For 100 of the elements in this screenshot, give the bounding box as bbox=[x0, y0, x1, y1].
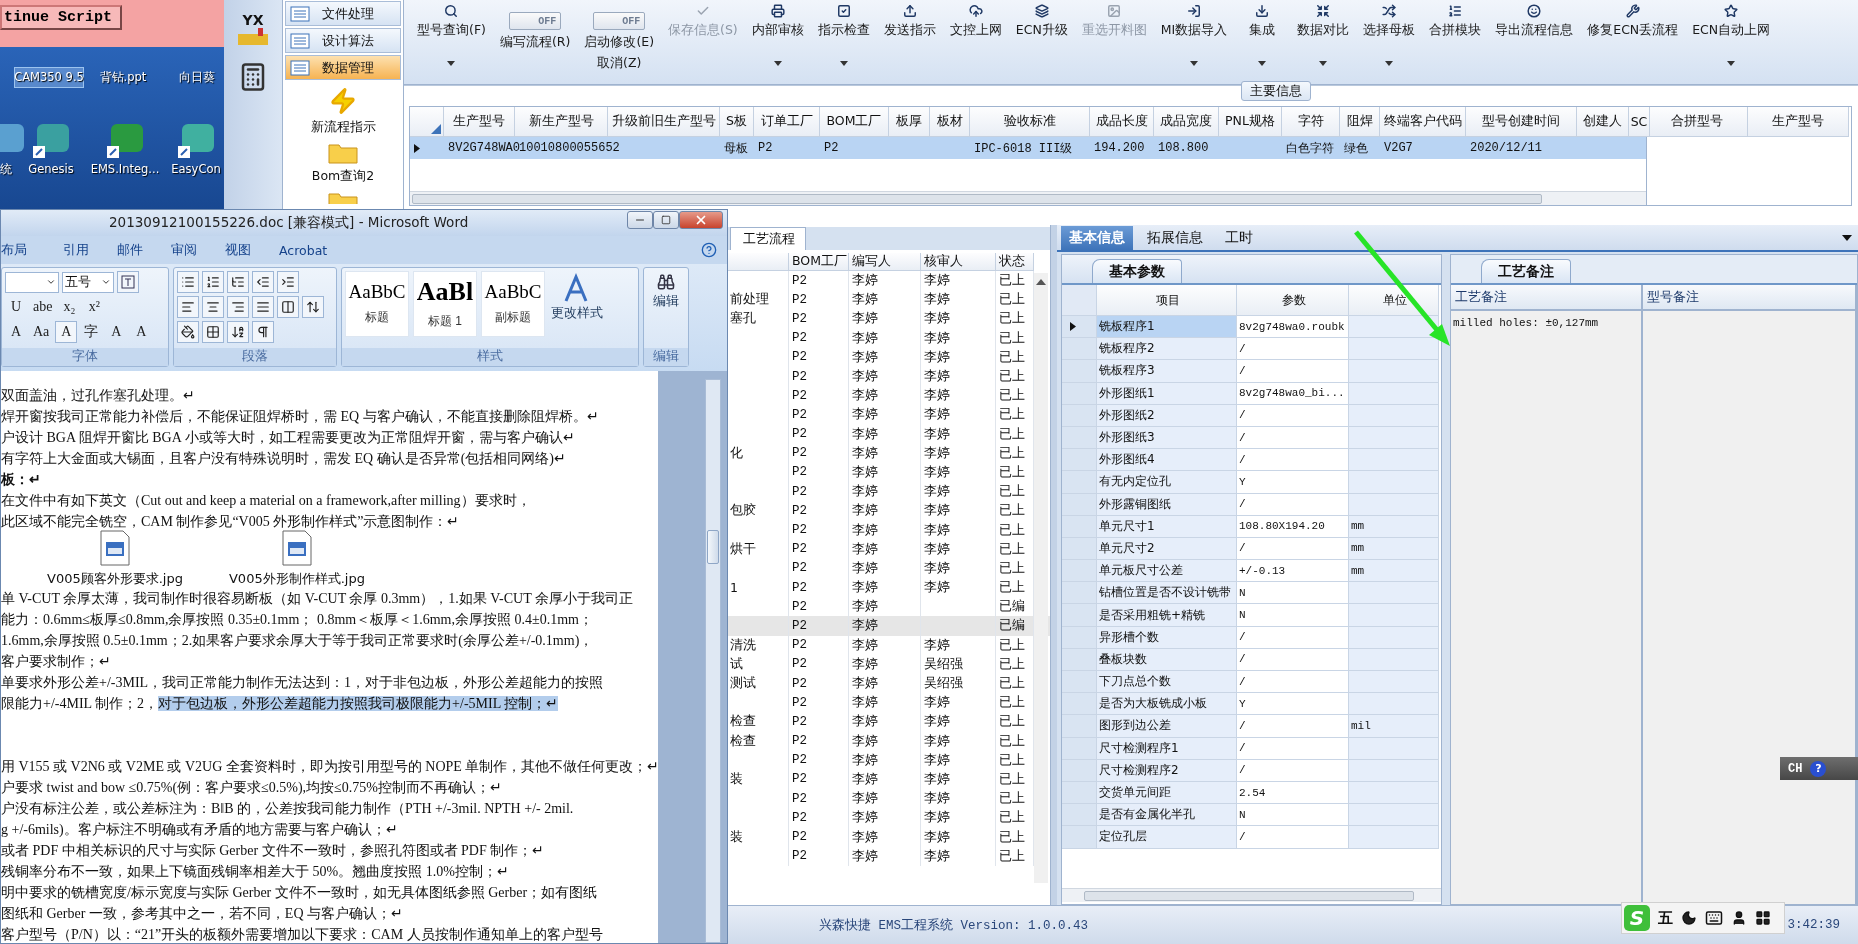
tab[interactable]: 工艺备注 bbox=[1481, 259, 1571, 283]
nav-item[interactable]: Bom查询2 bbox=[283, 142, 403, 185]
style-preset[interactable]: AaBbC 标题 bbox=[345, 271, 409, 337]
user-icon[interactable] bbox=[1731, 910, 1747, 926]
toggle-switch[interactable]: OFF bbox=[509, 12, 562, 30]
table-cell[interactable]: 交货单元间距 bbox=[1097, 781, 1237, 805]
nav-item[interactable] bbox=[328, 191, 358, 204]
ribbon-tab[interactable]: 邮件 bbox=[117, 241, 143, 259]
ribbon-tab[interactable]: 布局 bbox=[1, 241, 27, 259]
maximize-button[interactable] bbox=[653, 211, 679, 229]
tab[interactable]: 拓展信息 bbox=[1139, 226, 1211, 250]
paragraph-mark-button[interactable] bbox=[252, 321, 274, 343]
format-button[interactable]: A bbox=[130, 321, 153, 343]
close-button[interactable] bbox=[679, 211, 723, 229]
toolbar-button[interactable]: 修复ECN丢流程 bbox=[1582, 4, 1684, 39]
nav-item[interactable]: 新流程指示 bbox=[283, 87, 403, 136]
toolbar-button[interactable]: 集成 bbox=[1236, 4, 1289, 66]
format-button[interactable]: abe bbox=[30, 296, 56, 318]
sort-button[interactable] bbox=[227, 321, 249, 343]
font-name-field[interactable] bbox=[5, 271, 59, 293]
distribute-button[interactable] bbox=[277, 296, 299, 318]
table-cell[interactable]: 尺寸检测程序1 bbox=[1097, 737, 1237, 760]
toolbar-button[interactable]: 数据对比 bbox=[1292, 4, 1355, 66]
nav-group[interactable]: 数据管理 bbox=[285, 55, 401, 80]
toolbar-button[interactable]: 导出流程信息 bbox=[1490, 4, 1579, 39]
table-cell[interactable]: 铣板程序3 bbox=[1097, 360, 1237, 383]
ribbon-tab[interactable]: Acrobat bbox=[279, 242, 328, 258]
ribbon-tab[interactable]: 引用 bbox=[63, 241, 89, 259]
toolbar-button[interactable]: 合拼模块 bbox=[1424, 4, 1487, 39]
table-cell[interactable]: 是否采用粗铣+精铣 bbox=[1097, 604, 1237, 627]
find-button[interactable]: 编辑 bbox=[647, 271, 685, 312]
desktop-shortcut[interactable]: 向日葵 bbox=[162, 67, 224, 88]
table-cell[interactable]: 外形图纸4 bbox=[1097, 449, 1237, 472]
moon-icon[interactable] bbox=[1681, 910, 1697, 926]
format-button[interactable]: x₂ bbox=[58, 296, 81, 318]
shading-button[interactable] bbox=[177, 321, 199, 343]
change-styles-button[interactable]: 更改样式 bbox=[549, 271, 605, 345]
toolbar-button[interactable]: ECN自动上网 bbox=[1687, 4, 1776, 66]
table-cell[interactable]: 单元板尺寸公差 bbox=[1097, 560, 1237, 583]
nav-group[interactable]: 设计算法 bbox=[285, 28, 401, 53]
table-row[interactable]: P2 李婷 已编 bbox=[727, 616, 1050, 636]
toolbar-button[interactable]: 发送指示 bbox=[878, 4, 941, 39]
ribbon-tab[interactable]: 视图 bbox=[225, 241, 251, 259]
grid-icon[interactable] bbox=[1755, 910, 1771, 926]
align-left-button[interactable] bbox=[177, 296, 199, 318]
table-cell[interactable]: 叠板块数 bbox=[1097, 648, 1237, 671]
input-mode-button[interactable]: 五 bbox=[1658, 908, 1673, 928]
justify-button[interactable] bbox=[252, 296, 274, 318]
table-cell[interactable]: 定位孔层 bbox=[1097, 826, 1237, 849]
dropdown-caret-icon[interactable] bbox=[1842, 235, 1852, 241]
toolbar-button[interactable]: 指示检查 bbox=[812, 4, 875, 66]
table-cell[interactable]: 有无内定位孔 bbox=[1097, 471, 1237, 494]
multilevel-list-button[interactable] bbox=[227, 271, 249, 293]
help-button[interactable]: ? bbox=[1810, 760, 1827, 777]
outdent-button[interactable] bbox=[252, 271, 274, 293]
align-right-button[interactable] bbox=[227, 296, 249, 318]
table-cell[interactable]: 铣板程序2 bbox=[1097, 338, 1237, 361]
format-button[interactable]: U bbox=[5, 296, 27, 318]
row-header[interactable] bbox=[1062, 316, 1097, 339]
table-cell[interactable]: 外形图纸2 bbox=[1097, 404, 1237, 427]
nav-group[interactable]: 文件处理 bbox=[285, 1, 401, 26]
scroll-up-arrow-icon[interactable] bbox=[1036, 277, 1046, 285]
help-icon[interactable] bbox=[701, 242, 717, 258]
bullet-list-button[interactable] bbox=[177, 271, 199, 293]
borders-button[interactable] bbox=[202, 321, 224, 343]
continue-script-button[interactable]: tinue Script bbox=[0, 5, 123, 30]
format-button[interactable]: A bbox=[5, 321, 27, 343]
desktop-shortcut[interactable]: 统 bbox=[0, 117, 26, 180]
align-center-button[interactable] bbox=[202, 296, 224, 318]
table-cell[interactable]: 单元尺寸1 bbox=[1097, 515, 1237, 538]
tab[interactable]: 基本参数 bbox=[1092, 259, 1182, 283]
keyboard-icon[interactable] bbox=[1705, 909, 1723, 927]
line-spacing-button[interactable] bbox=[302, 296, 324, 318]
format-button[interactable]: 字 bbox=[80, 321, 103, 343]
table-cell[interactable]: 是否为大板铣成小板 bbox=[1097, 693, 1237, 716]
table-cell[interactable]: 钻槽位置是否不设计铣带 bbox=[1097, 582, 1237, 605]
tab[interactable]: 工时 bbox=[1217, 226, 1261, 250]
toolbar-button[interactable]: MI数据导入 bbox=[1155, 4, 1233, 66]
format-button[interactable]: Aa bbox=[30, 321, 53, 343]
table-cell[interactable]: 是否有金属化半孔 bbox=[1097, 804, 1237, 827]
numbered-list-button[interactable] bbox=[202, 271, 224, 293]
format-button[interactable]: A bbox=[55, 321, 78, 343]
tab[interactable]: 基本信息 bbox=[1061, 226, 1133, 250]
style-preset[interactable]: AaBbC 副标题 bbox=[481, 271, 545, 337]
toolbar-button[interactable]: 内部审核 bbox=[746, 4, 809, 66]
toolbar-button[interactable]: 选择母板 bbox=[1358, 4, 1421, 66]
table-cell[interactable]: 尺寸检测程序2 bbox=[1097, 759, 1237, 782]
format-button[interactable]: x² bbox=[83, 296, 106, 318]
phonetic-guide-button[interactable] bbox=[117, 271, 139, 293]
desktop-shortcut[interactable]: 背钻.ppt bbox=[88, 67, 158, 88]
table-cell[interactable]: 外形图纸3 bbox=[1097, 426, 1237, 450]
indent-button[interactable] bbox=[277, 271, 299, 293]
font-size-field[interactable]: 五号 bbox=[62, 271, 114, 293]
factory-logo[interactable]: YX bbox=[233, 12, 273, 48]
desktop-shortcut[interactable]: Genesis bbox=[26, 117, 76, 180]
toolbar-button[interactable]: ECN升级 bbox=[1010, 4, 1073, 39]
desktop-shortcut[interactable]: CAM350 9.5 bbox=[14, 67, 84, 88]
table-cell[interactable]: 外形露铜图纸 bbox=[1097, 493, 1237, 516]
table-row[interactable]: 8V2G748WA010010800055652 母板 P2 P2 IPC-6018 III级 194.200 108.800 白色字符 绿色 V2G7 2020/12/11 bbox=[410, 137, 1646, 159]
desktop-shortcut[interactable]: EasyCon bbox=[168, 117, 224, 180]
